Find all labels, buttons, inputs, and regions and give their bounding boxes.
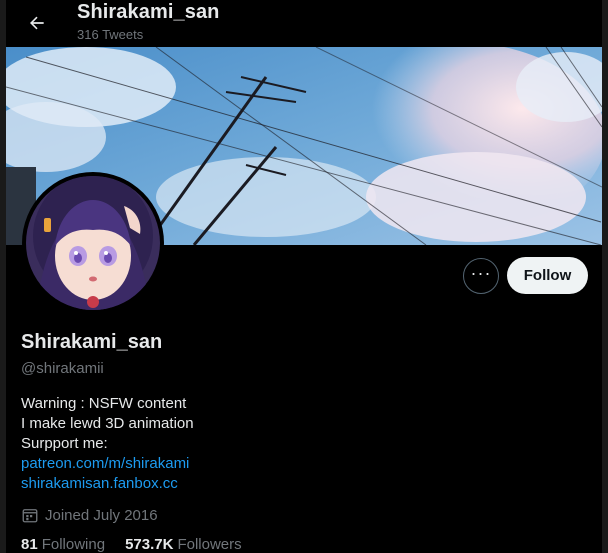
following-link[interactable]: 81 Following <box>21 536 105 553</box>
joined-label: Joined July 2016 <box>45 506 158 524</box>
bio-line: Surpport me: <box>21 435 108 452</box>
followers-link[interactable]: 573.7K Followers <box>125 536 242 553</box>
following-count: 81 <box>21 536 38 553</box>
avatar-image <box>26 176 160 310</box>
followers-label: Followers <box>177 536 242 553</box>
profile-bio: Warning : NSFW content I make lewd 3D an… <box>21 394 194 494</box>
bio-line: Warning : NSFW content <box>21 395 187 412</box>
profile-header: Shirakami_san 316 Tweets <box>6 0 602 47</box>
user-handle: @shirakamii <box>21 360 104 377</box>
patreon-link[interactable]: patreon.com/m/shirakami <box>21 454 194 474</box>
joined-date: Joined July 2016 <box>21 506 158 524</box>
header-title: Shirakami_san <box>77 1 220 23</box>
arrow-left-icon <box>30 16 44 30</box>
more-icon: ··· <box>470 263 492 283</box>
fanbox-link[interactable]: shirakamisan.fanbox.cc <box>21 474 194 494</box>
followers-count: 573.7K <box>125 536 174 553</box>
window-edge-right <box>602 0 608 553</box>
follow-stats: 81 Following 573.7K Followers <box>21 536 262 553</box>
back-button[interactable] <box>20 6 54 40</box>
bio-line: I make lewd 3D animation <box>21 415 194 432</box>
profile-avatar[interactable] <box>22 172 164 314</box>
follow-button[interactable]: Follow <box>507 257 588 294</box>
profile-page: Shirakami_san 316 Tweets ··· Follow Shir… <box>0 0 608 553</box>
tweet-count: 316 Tweets <box>77 27 144 42</box>
following-label: Following <box>41 536 106 553</box>
calendar-icon <box>22 509 38 523</box>
display-name: Shirakami_san <box>21 331 163 353</box>
more-options-button[interactable]: ··· <box>463 258 499 294</box>
